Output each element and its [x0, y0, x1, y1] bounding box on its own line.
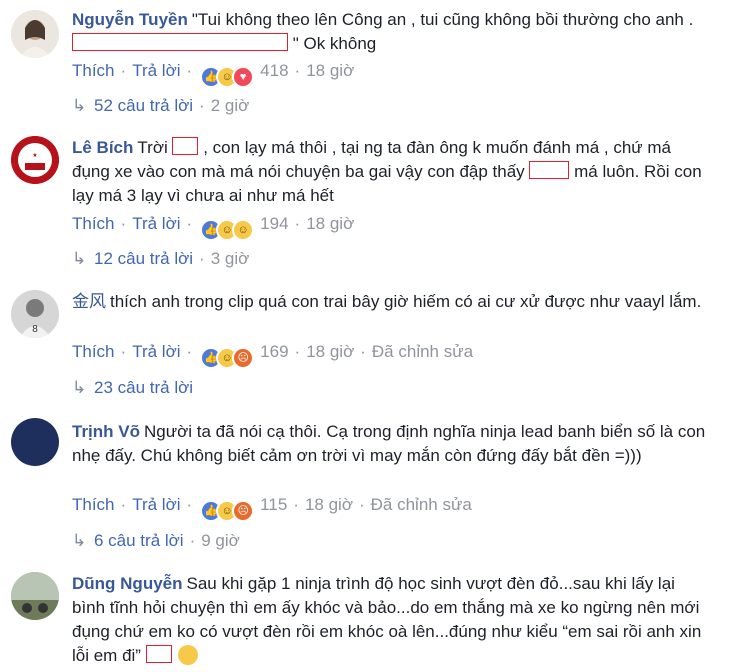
comment-author[interactable]: 金风: [72, 292, 106, 311]
reaction-count[interactable]: 115: [260, 495, 287, 514]
angry-reaction-icon: ☹: [232, 500, 255, 522]
comment-text: Trời: [137, 138, 173, 157]
comment-author[interactable]: Lê Bích: [72, 138, 133, 157]
haha-reaction-icon: ☺: [232, 219, 255, 241]
reply-arrow-icon: ↳: [72, 249, 87, 268]
like-button[interactable]: Thích: [72, 61, 115, 80]
avatar[interactable]: [11, 572, 59, 620]
comment-text: " Ok không: [288, 34, 377, 53]
redaction-box: [72, 33, 288, 51]
reaction-count[interactable]: 418: [260, 61, 288, 80]
comment-actions: Thích · Trả lời · 👍 ☺ ☺ 194 · 18 giờ: [72, 212, 354, 241]
replies-link[interactable]: ↳ 23 câu trả lời: [72, 376, 193, 400]
comment-text: "Tui không theo lên Công an , tui cũng k…: [191, 10, 694, 29]
like-button[interactable]: Thích: [72, 214, 115, 233]
redaction-box: [172, 137, 199, 155]
comment-body: 金风 thích anh trong clip quá con trai bây …: [72, 290, 712, 314]
timestamp[interactable]: 18 giờ: [305, 495, 353, 514]
comment-body: Nguyễn Tuyền "Tui không theo lên Công an …: [72, 8, 712, 56]
edited-label[interactable]: Đã chỉnh sửa: [372, 342, 473, 361]
love-reaction-icon: ♥: [232, 66, 255, 88]
replies-time: 2 giờ: [210, 96, 250, 115]
reactions[interactable]: 👍 ☺ ☹: [200, 500, 255, 522]
svg-text:★: ★: [32, 152, 37, 159]
timestamp[interactable]: 18 giờ: [306, 61, 354, 80]
comment-actions: Thích · Trả lời · 👍 ☺ ♥ 418 · 18 giờ: [72, 59, 354, 88]
comment-author[interactable]: Trịnh Võ: [72, 422, 140, 441]
comment-author[interactable]: Dũng Nguyễn: [72, 574, 183, 593]
reactions[interactable]: 👍 ☺ ☺: [200, 219, 255, 241]
timestamp[interactable]: 18 giờ: [306, 214, 354, 233]
comment-author[interactable]: Nguyễn Tuyền: [72, 10, 188, 29]
comment-body: Trịnh Võ Người ta đã nói cạ thôi. Cạ tron…: [72, 420, 712, 468]
svg-text:8: 8: [32, 324, 38, 335]
comment-actions: Thích · Trả lời · 👍 ☺ ☹ 169 · 18 giờ · Đã chỉnh sửa: [72, 340, 473, 369]
replies-link[interactable]: ↳ 12 câu trả lời · 3 giờ: [72, 247, 249, 271]
comment-text: thích anh trong clip quá con trai bây gi…: [110, 292, 702, 311]
reply-arrow-icon: ↳: [72, 531, 87, 550]
unamused-emoji-icon: [177, 645, 198, 665]
replies-time: 9 giờ: [201, 531, 240, 550]
reactions[interactable]: 👍 ☺ ☹: [200, 347, 255, 369]
angry-reaction-icon: ☹: [232, 347, 255, 369]
comment-body: Lê Bích Trời , con lạy má thôi , tại ng t…: [72, 136, 712, 208]
reply-button[interactable]: Trả lời: [132, 214, 180, 233]
timestamp[interactable]: 18 giờ: [306, 342, 354, 361]
reply-arrow-icon: ↳: [72, 378, 87, 397]
replies-count[interactable]: 52 câu trả lời: [94, 96, 193, 115]
replies-link[interactable]: ↳ 6 câu trả lời · 9 giờ: [72, 529, 240, 553]
reaction-count[interactable]: 194: [260, 214, 288, 233]
replies-count[interactable]: 23 câu trả lời: [94, 378, 193, 397]
avatar[interactable]: ★: [11, 136, 59, 184]
like-button[interactable]: Thích: [72, 495, 115, 514]
reply-arrow-icon: ↳: [72, 96, 87, 115]
replies-count[interactable]: 6 câu trả lời: [94, 531, 184, 550]
reply-button[interactable]: Trả lời: [132, 61, 180, 80]
reaction-count[interactable]: 169: [260, 342, 288, 361]
avatar[interactable]: [11, 418, 59, 466]
comment-text: Người ta đã nói cạ thôi. Cạ trong định n…: [72, 422, 706, 465]
edited-label[interactable]: Đã chỉnh sửa: [371, 495, 472, 514]
redaction-box: [529, 161, 570, 179]
like-button[interactable]: Thích: [72, 342, 115, 361]
reactions[interactable]: 👍 ☺ ♥: [200, 66, 255, 88]
replies-time: 3 giờ: [210, 249, 250, 268]
comment-actions: Thích · Trả lời · 👍 ☺ ☹ 115 · 18 giờ · Đã chỉnh sửa: [72, 493, 472, 522]
reply-button[interactable]: Trả lời: [132, 495, 180, 514]
avatar[interactable]: 8: [11, 290, 59, 338]
comment-body: Dũng Nguyễn Sau khi gặp 1 ninja trình độ …: [72, 572, 712, 668]
replies-count[interactable]: 12 câu trả lời: [94, 249, 193, 268]
reply-button[interactable]: Trả lời: [132, 342, 180, 361]
replies-link[interactable]: ↳ 52 câu trả lời · 2 giờ: [72, 94, 249, 118]
avatar[interactable]: [11, 10, 59, 58]
redaction-box: [145, 645, 172, 663]
